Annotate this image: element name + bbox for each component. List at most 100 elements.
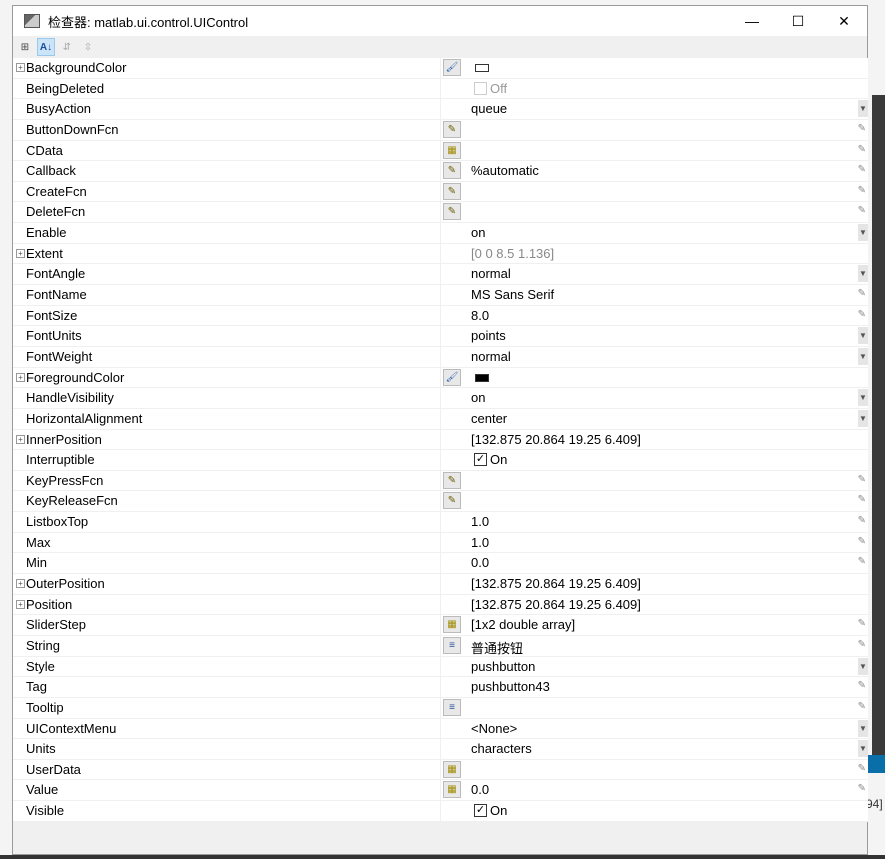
categorized-view-button[interactable]: ⊞: [16, 38, 34, 56]
property-value[interactable]: [132.875 20.864 19.25 6.409]: [471, 432, 641, 447]
property-row[interactable]: Units characters ▼: [13, 739, 868, 760]
pencil-icon[interactable]: ✎: [858, 164, 866, 175]
property-row[interactable]: + InnerPosition [132.875 20.864 19.25 6.40…: [13, 429, 868, 451]
property-row[interactable]: DeleteFcn ✎ ✎: [13, 202, 868, 224]
property-row[interactable]: Style pushbutton ▼: [13, 656, 868, 678]
property-row[interactable]: HandleVisibility on ▼: [13, 388, 868, 409]
property-row[interactable]: HorizontalAlignment center ▼: [13, 408, 868, 430]
pencil-icon[interactable]: ✎: [858, 556, 866, 567]
property-row[interactable]: FontSize 8.0 ✎: [13, 305, 868, 327]
property-row[interactable]: ButtonDownFcn ✎ ✎: [13, 119, 868, 141]
property-row[interactable]: Tooltip ≡ ✎: [13, 697, 868, 719]
property-row[interactable]: Callback ✎ %automatic ✎: [13, 161, 868, 182]
fcn-editor-icon[interactable]: ✎: [443, 120, 461, 138]
pencil-icon[interactable]: ✎: [858, 144, 866, 155]
chevron-down-icon[interactable]: ▼: [858, 224, 868, 242]
pencil-icon[interactable]: ✎: [858, 783, 866, 794]
collapse-all-button[interactable]: ⇳: [79, 38, 97, 56]
expand-icon[interactable]: +: [16, 599, 25, 609]
property-row[interactable]: String ≡ 普通按钮 ✎: [13, 635, 868, 657]
expand-all-button[interactable]: ⇵: [58, 38, 76, 56]
pencil-icon[interactable]: ✎: [858, 185, 866, 196]
property-value[interactable]: 1.0: [471, 535, 489, 550]
chevron-down-icon[interactable]: ▼: [858, 657, 868, 675]
property-row[interactable]: FontWeight normal ▼: [13, 346, 868, 368]
property-value[interactable]: pushbutton43: [471, 679, 550, 694]
chevron-down-icon[interactable]: ▼: [858, 327, 868, 345]
pencil-icon[interactable]: ✎: [858, 536, 866, 547]
pencil-icon[interactable]: ✎: [858, 763, 866, 774]
fcn-editor-icon[interactable]: ✎: [443, 203, 461, 221]
property-value[interactable]: normal: [471, 349, 511, 364]
chevron-down-icon[interactable]: ▼: [858, 389, 868, 407]
property-value[interactable]: MS Sans Serif: [471, 287, 554, 302]
pencil-icon[interactable]: ✎: [858, 309, 866, 320]
property-row[interactable]: + Position [132.875 20.864 19.25 6.409]: [13, 594, 868, 616]
chevron-down-icon[interactable]: ▼: [858, 740, 868, 758]
property-row[interactable]: UIContextMenu <None> ▼: [13, 718, 868, 740]
pencil-icon[interactable]: ✎: [858, 515, 866, 526]
fcn-editor-icon[interactable]: ✎: [443, 492, 461, 510]
property-row[interactable]: FontAngle normal ▼: [13, 264, 868, 286]
expand-icon[interactable]: +: [16, 63, 25, 72]
expand-icon[interactable]: +: [16, 579, 25, 589]
fcn-editor-icon[interactable]: ✎: [443, 162, 461, 180]
property-value[interactable]: on: [471, 225, 485, 240]
pencil-icon[interactable]: ✎: [858, 205, 866, 216]
chevron-down-icon[interactable]: ▼: [858, 265, 868, 283]
property-row[interactable]: ListboxTop 1.0 ✎: [13, 512, 868, 533]
checkbox[interactable]: ✓: [474, 453, 487, 467]
matrix-editor-icon[interactable]: ▦: [443, 616, 461, 634]
pencil-icon[interactable]: ✎: [858, 474, 866, 485]
property-row[interactable]: Enable on ▼: [13, 223, 868, 244]
property-value[interactable]: %automatic: [471, 163, 539, 178]
property-value[interactable]: queue: [471, 101, 507, 116]
property-value[interactable]: center: [471, 411, 507, 426]
chevron-down-icon[interactable]: ▼: [858, 719, 868, 737]
property-row[interactable]: + Extent [0 0 8.5 1.136]: [13, 243, 868, 265]
minimize-button[interactable]: —: [729, 6, 775, 36]
property-row[interactable]: Min 0.0 ✎: [13, 553, 868, 575]
expand-icon[interactable]: +: [16, 248, 25, 258]
property-row[interactable]: FontName MS Sans Serif ✎: [13, 285, 868, 306]
color-editor-icon[interactable]: 🖌: [443, 368, 461, 386]
property-value[interactable]: [1x2 double array]: [471, 617, 575, 632]
pencil-icon[interactable]: ✎: [858, 639, 866, 650]
fcn-editor-icon[interactable]: ✎: [443, 471, 461, 489]
matrix-editor-icon[interactable]: ▦: [443, 781, 461, 799]
property-row[interactable]: KeyPressFcn ✎ ✎: [13, 470, 868, 492]
chevron-down-icon[interactable]: ▼: [858, 100, 868, 118]
property-row[interactable]: KeyReleaseFcn ✎ ✎: [13, 491, 868, 513]
pencil-icon[interactable]: ✎: [858, 618, 866, 629]
expand-icon[interactable]: +: [16, 372, 25, 382]
property-row[interactable]: Interruptible ✓ On: [13, 450, 868, 471]
pencil-icon[interactable]: ✎: [858, 701, 866, 712]
expand-icon[interactable]: +: [16, 434, 25, 444]
close-button[interactable]: ✕: [821, 6, 867, 36]
property-row[interactable]: BusyAction queue ▼: [13, 99, 868, 120]
property-value[interactable]: <None>: [471, 721, 517, 736]
property-row[interactable]: + ForegroundColor 🖌: [13, 367, 868, 389]
maximize-button[interactable]: ☐: [775, 6, 821, 36]
fcn-editor-icon[interactable]: ✎: [443, 182, 461, 200]
property-value[interactable]: 普通按钮: [471, 638, 523, 657]
pencil-icon[interactable]: ✎: [858, 288, 866, 299]
property-value[interactable]: pushbutton: [471, 659, 535, 674]
property-value[interactable]: on: [471, 390, 485, 405]
color-editor-icon[interactable]: 🖌: [443, 59, 461, 76]
pencil-icon[interactable]: ✎: [858, 680, 866, 691]
property-value[interactable]: 0.0: [471, 555, 489, 570]
matrix-editor-icon[interactable]: ▦: [443, 141, 461, 159]
property-row[interactable]: Value ▦ 0.0 ✎: [13, 780, 868, 802]
pencil-icon[interactable]: ✎: [858, 123, 866, 134]
property-row[interactable]: CData ▦ ✎: [13, 140, 868, 162]
property-value[interactable]: [132.875 20.864 19.25 6.409]: [471, 576, 641, 591]
property-value[interactable]: 8.0: [471, 308, 489, 323]
property-row[interactable]: SliderStep ▦ [1x2 double array] ✎: [13, 615, 868, 636]
property-row[interactable]: + OuterPosition [132.875 20.864 19.25 6.40…: [13, 574, 868, 595]
property-value[interactable]: 1.0: [471, 514, 489, 529]
property-value[interactable]: [132.875 20.864 19.25 6.409]: [471, 597, 641, 612]
checkbox[interactable]: ✓: [474, 804, 487, 818]
property-row[interactable]: UserData ▦ ✎: [13, 759, 868, 781]
property-row[interactable]: Max 1.0 ✎: [13, 532, 868, 554]
